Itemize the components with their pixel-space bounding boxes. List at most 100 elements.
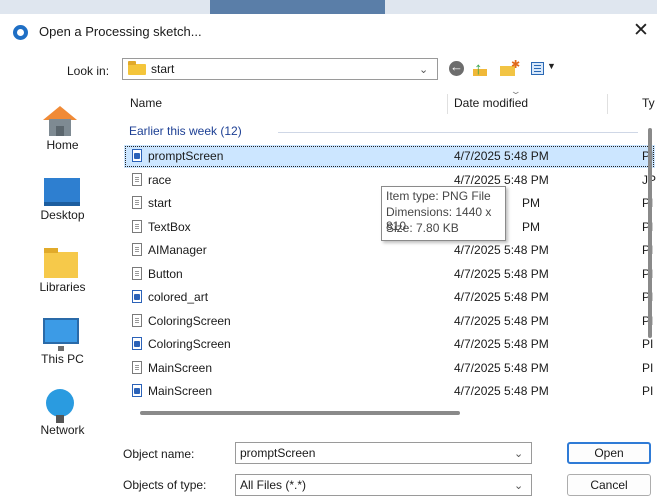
- object-name-label: Object name:: [123, 447, 195, 461]
- this-pc-icon: [43, 318, 79, 351]
- column-header-name[interactable]: Name: [130, 96, 162, 110]
- file-name: race: [148, 172, 172, 187]
- title-bar: Open a Processing sketch... ✕: [0, 14, 657, 50]
- cancel-button[interactable]: Cancel: [567, 474, 651, 496]
- file-date: PM: [522, 196, 540, 210]
- file-type: PI: [642, 360, 654, 375]
- file-date: 4/7/2025 5:48 PM: [454, 266, 549, 281]
- file-row[interactable]: colored_art4/7/2025 5:48 PMPI: [124, 286, 655, 309]
- up-arrow-icon: ↑: [474, 59, 483, 78]
- text-file-icon: [132, 219, 142, 233]
- up-folder-button[interactable]: ↑: [472, 59, 490, 78]
- look-in-value: start: [151, 62, 175, 76]
- file-name: colored_art: [148, 290, 209, 304]
- tooltip-item-type: Item type: PNG File: [386, 189, 491, 203]
- image-file-icon: [132, 384, 142, 397]
- file-row[interactable]: promptScreen4/7/2025 5:48 PMPI: [124, 145, 655, 168]
- object-name-value: promptScreen: [240, 446, 316, 460]
- back-circle-icon: [449, 59, 464, 76]
- close-icon[interactable]: ✕: [628, 18, 654, 44]
- file-date: 4/7/2025 5:48 PM: [454, 149, 549, 163]
- place-label: Network: [40, 423, 85, 437]
- horizontal-scrollbar[interactable]: [140, 411, 460, 415]
- text-file-icon: [132, 243, 142, 256]
- place-label: Home: [46, 138, 79, 152]
- file-date: 4/7/2025 5:48 PM: [454, 243, 549, 257]
- processing-app-icon: [13, 25, 28, 40]
- group-divider: [278, 132, 638, 133]
- file-type: PI: [642, 384, 654, 398]
- file-date: 4/7/2025 5:48 PM: [454, 313, 549, 328]
- look-in-label: Look in:: [67, 64, 110, 78]
- place-label: Libraries: [39, 280, 86, 294]
- view-menu-icon: [531, 62, 544, 75]
- file-name: ColoringScreen: [148, 337, 231, 351]
- place-desktop[interactable]: Desktop: [10, 166, 115, 226]
- file-row[interactable]: AIManager4/7/2025 5:48 PMPI: [124, 239, 655, 262]
- file-type-value: All Files (*.*): [240, 478, 307, 492]
- file-date: 4/7/2025 5:48 PM: [454, 290, 549, 304]
- file-list[interactable]: Name ⌄ Date modified Ty Earlier this wee…: [122, 88, 657, 420]
- text-file-icon: [132, 266, 142, 280]
- file-row[interactable]: ColoringScreen 4/7/2025 5:48 PM PI: [124, 333, 655, 356]
- back-button[interactable]: [449, 59, 467, 77]
- desktop-icon: [44, 178, 80, 206]
- vertical-scrollbar[interactable]: [648, 128, 652, 338]
- file-type-select[interactable]: All Files (*.*) ⌄: [235, 474, 532, 496]
- chevron-down-icon: ⌄: [514, 448, 524, 460]
- home-icon: [43, 106, 77, 136]
- file-date: 4/7/2025 5:48 PM: [454, 337, 549, 351]
- text-file-icon: [132, 313, 142, 327]
- group-header[interactable]: Earlier this week (12): [129, 124, 242, 138]
- place-network[interactable]: Network: [10, 381, 115, 441]
- places-bar: Home Desktop Libraries This PC Network: [10, 88, 115, 458]
- open-button[interactable]: Open: [567, 442, 651, 464]
- file-row[interactable]: Button4/7/2025 5:48 PMPI: [124, 263, 655, 286]
- column-header-type[interactable]: Ty: [642, 96, 655, 110]
- folder-icon: [128, 61, 146, 75]
- column-divider: [607, 94, 608, 114]
- text-file-icon: [132, 172, 142, 186]
- chevron-down-icon: ⌄: [419, 64, 429, 76]
- tooltip-size: Size: 7.80 KB: [386, 221, 459, 235]
- background-window-strip: [0, 0, 657, 14]
- file-name: ColoringScreen: [148, 313, 231, 328]
- look-in-dropdown[interactable]: start ⌄: [122, 58, 438, 80]
- chevron-down-icon: ⌄: [514, 480, 524, 492]
- file-name: start: [148, 196, 172, 210]
- file-date: 4/7/2025 5:48 PM: [454, 172, 549, 187]
- column-divider: [447, 94, 448, 114]
- file-name: promptScreen: [148, 149, 224, 163]
- dropdown-arrow-icon: ▼: [547, 61, 556, 71]
- window-title: Open a Processing sketch...: [39, 24, 202, 39]
- sparkle-icon: ✱: [511, 59, 521, 71]
- place-libraries[interactable]: Libraries: [10, 238, 115, 298]
- text-file-icon: [132, 360, 142, 374]
- new-folder-button[interactable]: ✱: [500, 59, 521, 77]
- objects-of-type-label: Objects of type:: [123, 478, 207, 492]
- file-name: AIManager: [148, 243, 207, 257]
- file-name: MainScreen: [148, 360, 213, 375]
- file-row[interactable]: MainScreen 4/7/2025 5:48 PM PI: [124, 380, 655, 403]
- view-menu-button[interactable]: ▼: [531, 61, 559, 77]
- file-row[interactable]: ColoringScreen4/7/2025 5:48 PMPI: [124, 310, 655, 333]
- place-label: Desktop: [40, 208, 85, 222]
- file-row[interactable]: MainScreen 4/7/2025 5:48 PM PI: [124, 357, 655, 380]
- file-name: Button: [148, 266, 183, 281]
- file-name: MainScreen: [148, 384, 213, 398]
- place-home[interactable]: Home: [10, 96, 115, 156]
- place-label: This PC: [41, 352, 84, 366]
- libraries-icon: [44, 248, 78, 278]
- file-date: 4/7/2025 5:48 PM: [454, 384, 549, 398]
- column-header-date[interactable]: Date modified: [454, 96, 528, 110]
- image-file-icon: [132, 337, 142, 350]
- file-date: 4/7/2025 5:48 PM: [454, 360, 549, 375]
- place-this-pc[interactable]: This PC: [10, 310, 115, 370]
- image-file-icon: [132, 290, 142, 303]
- file-info-tooltip: Item type: PNG File Dimensions: 1440 x 8…: [381, 186, 506, 241]
- image-file-icon: [132, 149, 142, 162]
- background-tab: [210, 0, 385, 14]
- file-type: PI: [642, 337, 654, 351]
- file-date: PM: [522, 219, 540, 234]
- object-name-input[interactable]: promptScreen ⌄: [235, 442, 532, 464]
